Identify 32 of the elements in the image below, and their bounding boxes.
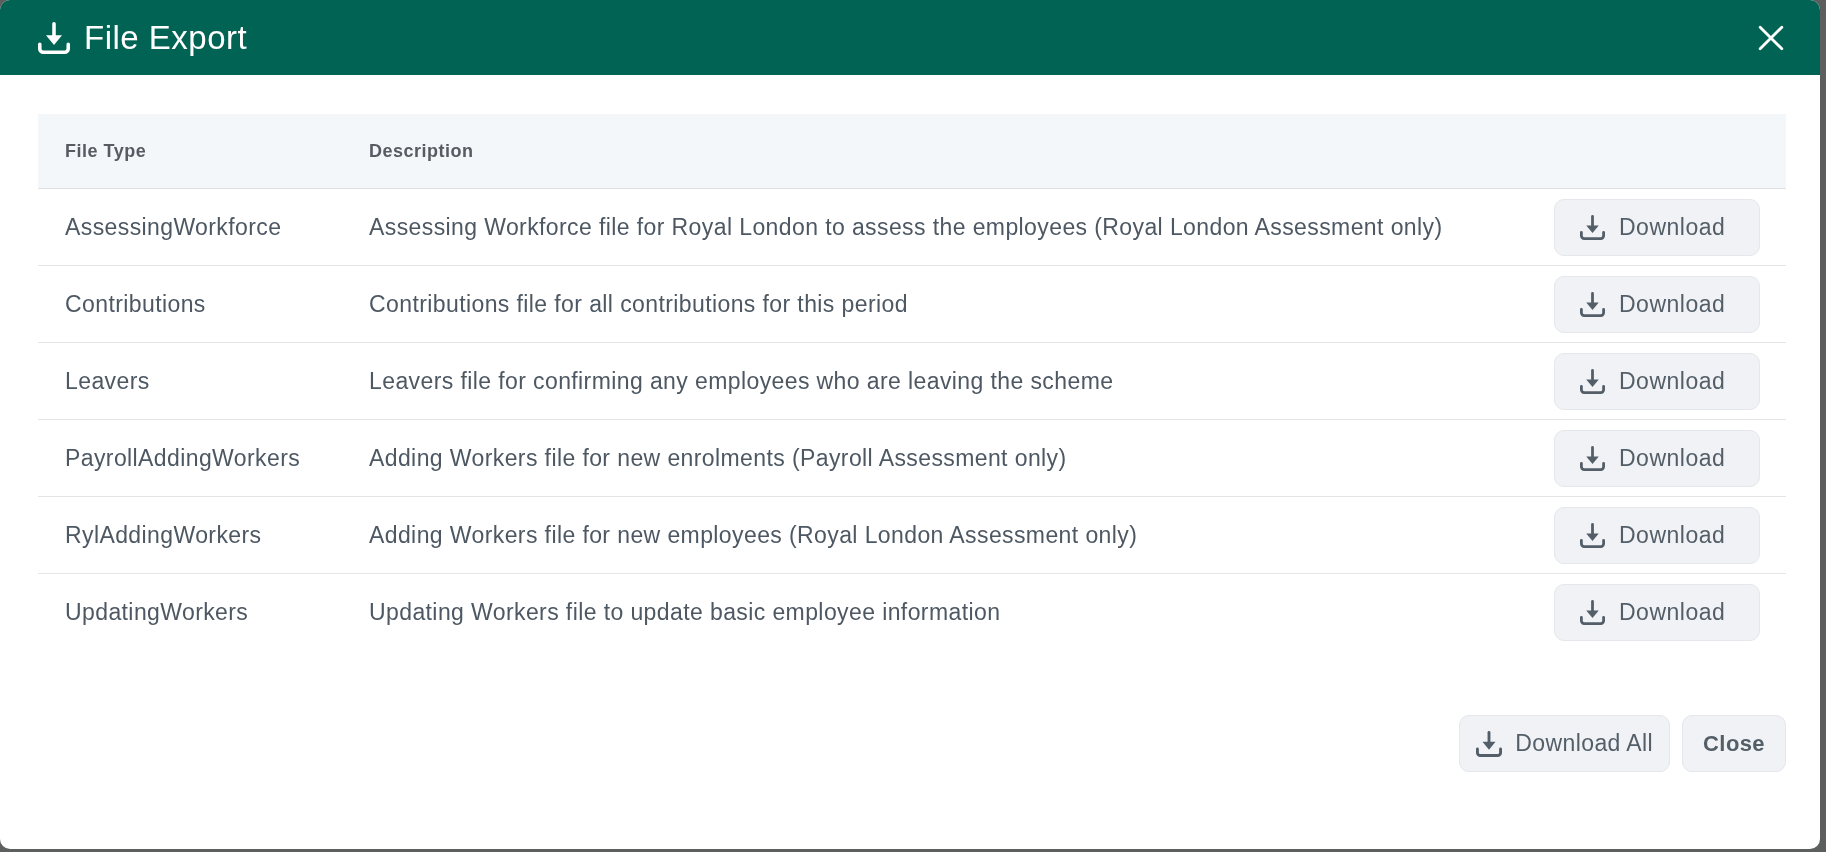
table-cell-text: Assessing Workforce file for Royal London to assess the employees (Royal London Assessment only) bbox=[369, 212, 1444, 242]
download-button[interactable]: Download bbox=[1554, 275, 1760, 333]
table-cell-text: Contributions bbox=[65, 289, 207, 319]
download-icon bbox=[1580, 214, 1605, 240]
table-cell-text: Adding Workers file for new enrolments (Payroll Assessment only) bbox=[369, 443, 1068, 473]
close-button[interactable]: Close bbox=[1682, 715, 1786, 772]
download-icon bbox=[1476, 730, 1503, 757]
download-button[interactable]: Download bbox=[1554, 429, 1760, 487]
table-cell-text: RylAddingWorkers bbox=[65, 520, 263, 550]
table-cell-text: UpdatingWorkers bbox=[65, 598, 250, 628]
download-icon bbox=[1580, 522, 1605, 548]
table-cell-text: Updating Workers file to update basic employee information bbox=[369, 598, 1002, 628]
table-cell-text: Adding Workers file for new employees (Royal London Assessment only) bbox=[369, 520, 1139, 550]
download-icon bbox=[1580, 368, 1605, 394]
download-icon bbox=[1580, 291, 1605, 317]
table-cell-text: Contributions file for all contributions for this period bbox=[369, 289, 909, 319]
column-header: Description bbox=[369, 139, 475, 163]
download-button[interactable]: Download bbox=[1554, 584, 1760, 641]
download-icon bbox=[1580, 600, 1605, 625]
table-cell-text: AssessingWorkforce bbox=[65, 212, 283, 242]
download-icon bbox=[38, 21, 70, 54]
download-button[interactable]: Download bbox=[1554, 198, 1760, 256]
download-icon bbox=[1580, 445, 1605, 471]
download-button[interactable]: Download bbox=[1554, 506, 1760, 564]
table-cell-text: PayrollAddingWorkers bbox=[65, 443, 302, 473]
download-all-button[interactable]: Download All bbox=[1459, 715, 1671, 772]
close-icon bbox=[1758, 24, 1784, 51]
download-button[interactable]: Download bbox=[1554, 352, 1760, 410]
table-cell-text: Leavers bbox=[65, 366, 151, 396]
column-header: File Type bbox=[65, 139, 148, 163]
table-cell-text: Leavers file for confirming any employees who are leaving the scheme bbox=[369, 366, 1115, 396]
dialog-title: File Export bbox=[84, 21, 248, 54]
